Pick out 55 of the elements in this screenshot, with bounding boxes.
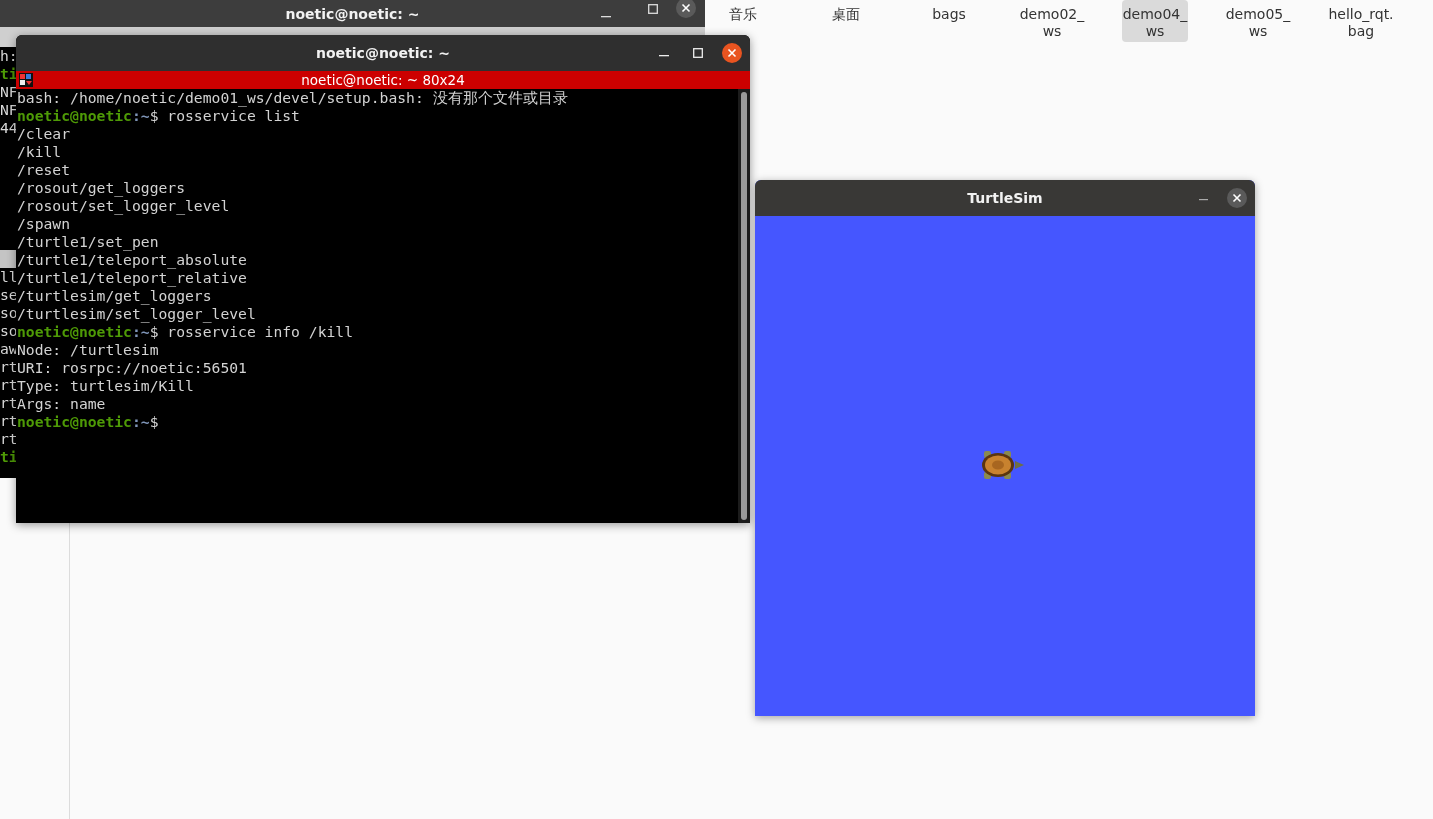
terminal-line: noetic@noetic:~$ rosservice info /kill [17, 323, 354, 341]
terminal-line: /kill [17, 143, 62, 161]
window-title: TurtleSim [967, 190, 1043, 206]
file-label[interactable]: 桌面 [813, 0, 879, 25]
terminal-cursor [0, 250, 16, 268]
maximize-icon[interactable] [693, 48, 703, 58]
file-label[interactable]: demo02_ ws [1019, 0, 1085, 42]
terminal-text: 44 [0, 119, 18, 137]
terminal-line: /turtle1/set_pen [17, 233, 159, 251]
terminal-size-label: noetic@noetic: ~ 80x24 [301, 72, 465, 88]
grid-icon[interactable] [19, 73, 33, 87]
terminal-text: rt [0, 430, 18, 448]
terminal-line: /turtle1/teleport_relative [17, 269, 247, 287]
terminal-line: noetic@noetic:~$ rosservice list [17, 107, 300, 125]
close-icon[interactable] [722, 43, 742, 63]
terminal-text: NF [0, 83, 18, 101]
window-title: noetic@noetic: ~ [316, 45, 450, 61]
terminal-text: rt [0, 412, 18, 430]
terminal-text: rt [0, 358, 18, 376]
terminal-text: ti [0, 65, 18, 83]
terminal-text: so [0, 304, 18, 322]
terminal-line: /turtle1/teleport_absolute [17, 251, 247, 269]
terminal-text: ll [0, 268, 18, 286]
file-label[interactable]: hello_rqt. bag [1328, 0, 1394, 42]
scrollbar[interactable] [741, 92, 747, 520]
close-icon[interactable] [676, 0, 696, 18]
file-label[interactable]: demo05_ ws [1225, 0, 1291, 42]
terminal-text: rt [0, 376, 18, 393]
terminal-text: rt [0, 394, 18, 411]
terminal-line: /turtlesim/get_loggers [17, 287, 212, 305]
terminal-line: /rosout/get_loggers [17, 179, 185, 197]
terminal-text: se [0, 286, 18, 304]
close-icon[interactable] [1227, 188, 1247, 208]
terminal-line: /rosout/set_logger_level [17, 197, 230, 215]
maximize-icon[interactable] [648, 4, 658, 14]
minimize-icon[interactable] [1199, 198, 1208, 201]
window-title: noetic@noetic: ~ [285, 5, 420, 22]
terminal-line: noetic@noetic:~$ [17, 413, 159, 431]
terminal-text: ti [0, 448, 18, 466]
file-label[interactable]: 音乐 [710, 0, 776, 25]
terminal-text: h: [0, 47, 18, 65]
turtle-drawing [982, 451, 1024, 479]
terminal-text: NF [0, 101, 18, 119]
terminal-line: Node: /turtlesim [17, 341, 159, 359]
terminal-line: URI: rosrpc://noetic:56501 [17, 359, 247, 377]
terminal-line: Args: name [17, 395, 106, 413]
terminal-line: /clear [17, 125, 71, 143]
terminal-line: bash: /home/noetic/demo01_ws/devel/setup.bash: 没有那个文件或目录 [17, 89, 568, 107]
file-label[interactable]: bags [916, 0, 982, 25]
file-label[interactable]: demo04_ ws [1122, 0, 1188, 42]
terminal-line: /spawn [17, 215, 71, 233]
terminal-line: /reset [17, 161, 71, 179]
terminal-line: Type: turtlesim/Kill [17, 377, 194, 395]
terminal-line: /turtlesim/set_logger_level [17, 305, 256, 323]
terminal-text: so [0, 322, 18, 340]
